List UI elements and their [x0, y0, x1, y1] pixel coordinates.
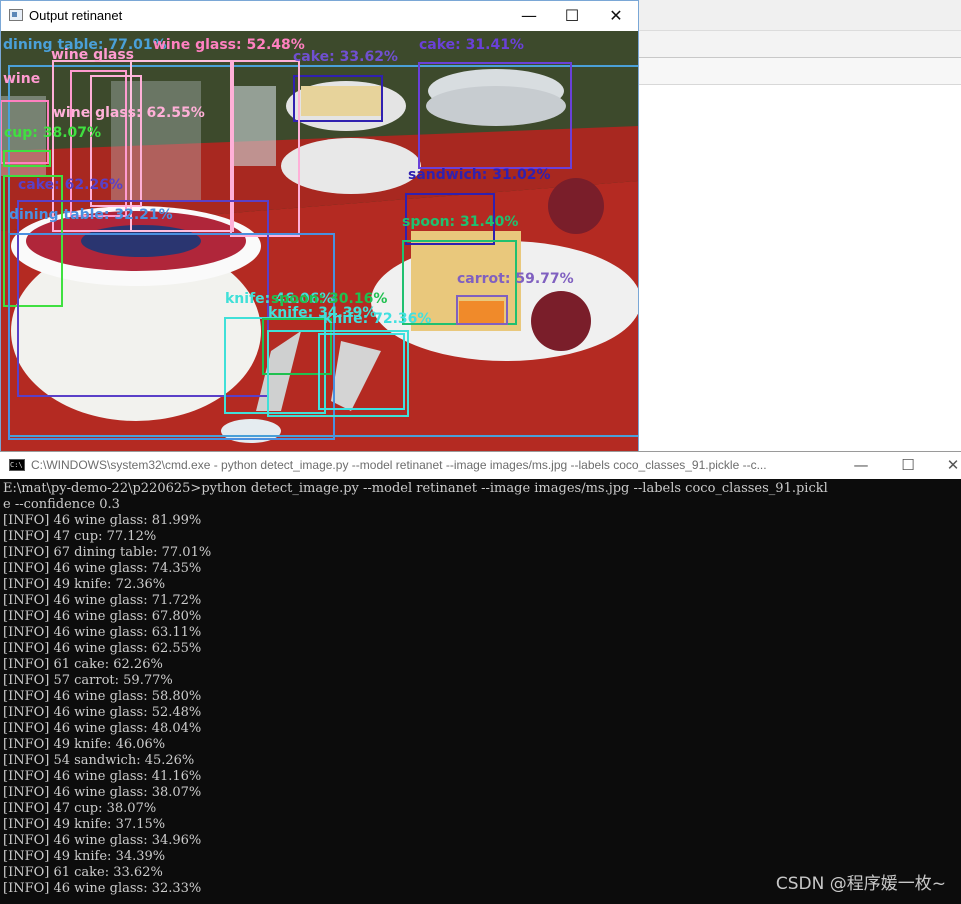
cmd-maximize-button[interactable]: ☐ — [885, 452, 931, 479]
minimize-button[interactable]: — — [506, 1, 552, 31]
console-line: [INFO] 46 wine glass: 41.16% — [3, 769, 202, 784]
background-window-tabbar — [639, 58, 961, 85]
console-line: [INFO] 67 dining table: 77.01% — [3, 545, 212, 560]
console-line: [INFO] 46 wine glass: 52.48% — [3, 705, 202, 720]
detection-label: wine glass — [51, 47, 134, 63]
cmd-icon: C:\ — [9, 459, 25, 471]
console-line: [INFO] 46 wine glass: 74.35% — [3, 561, 202, 576]
console-line: [INFO] 46 wine glass: 71.72% — [3, 593, 202, 608]
detection-label: cake: 33.62% — [293, 49, 398, 65]
console-line: [INFO] 46 wine glass: 63.11% — [3, 625, 202, 640]
output-window-title: Output retinanet — [29, 8, 123, 23]
detection-label: cake: 62.26% — [18, 177, 123, 193]
detection-label: spoon: 31.40% — [402, 214, 518, 230]
watermark: CSDN @程序媛一枚~ — [775, 874, 946, 894]
grapes — [531, 291, 591, 351]
console-line: [INFO] 46 wine glass: 38.07% — [3, 785, 202, 800]
console-line: [INFO] 61 cake: 62.26% — [3, 657, 163, 672]
console-line: [INFO] 54 sandwich: 45.26% — [3, 753, 195, 768]
cmd-close-button[interactable]: ✕ — [930, 452, 961, 479]
detection-label: cake: 31.41% — [419, 37, 524, 53]
console-line: [INFO] 57 carrot: 59.77% — [3, 673, 173, 688]
detection-label: cup: 38.07% — [4, 125, 101, 141]
console-line: [INFO] 46 wine glass: 48.04% — [3, 721, 202, 736]
console-line: [INFO] 46 wine glass: 67.80% — [3, 609, 202, 624]
wine-glasses — [111, 81, 201, 201]
console-line: e --confidence 0.3 — [3, 497, 120, 512]
background-window — [638, 0, 961, 455]
cmd-minimize-button[interactable]: — — [838, 452, 884, 479]
blueberries — [81, 225, 201, 257]
plate-stack-lower — [426, 86, 566, 126]
detection-image: dining table: 77.01% wine glass: 52.48% ca… — [1, 31, 638, 455]
background-window-toolbar — [639, 31, 961, 58]
cmd-window-titlebar[interactable]: C:\ C:\WINDOWS\system32\cmd.exe - python… — [0, 452, 961, 479]
console-line: [INFO] 49 knife: 46.06% — [3, 737, 166, 752]
close-button[interactable]: ✕ — [593, 1, 638, 31]
console-line: [INFO] 49 knife: 34.39% — [3, 849, 166, 864]
wine-glass-front — [231, 86, 276, 166]
detection-label: carrot: 59.77% — [457, 271, 574, 287]
detection-label: knife: 72.36% — [323, 311, 431, 327]
maximize-button[interactable]: ☐ — [549, 1, 595, 31]
detection-label: wine glass: 52.48% — [153, 37, 305, 53]
console-line: [INFO] 46 wine glass: 62.55% — [3, 641, 202, 656]
output-window[interactable]: Output retinanet — ☐ ✕ dining table: 77.… — [0, 0, 639, 456]
detection-label: sandwich: 31.02% — [408, 167, 551, 183]
detection-label: wine — [3, 71, 40, 87]
console-line: [INFO] 47 cup: 38.07% — [3, 801, 157, 816]
grapes-back — [548, 178, 604, 234]
app-window-icon — [9, 9, 23, 21]
console-line: [INFO] 46 wine glass: 58.80% — [3, 689, 202, 704]
console-line: [INFO] 47 cup: 77.12% — [3, 529, 157, 544]
console-output[interactable]: E:\mat\py-demo-22\p220625>python detect_… — [3, 481, 958, 901]
cmd-window[interactable]: C:\ C:\WINDOWS\system32\cmd.exe - python… — [0, 451, 961, 904]
console-line: [INFO] 46 wine glass: 34.96% — [3, 833, 202, 848]
cmd-window-title: C:\WINDOWS\system32\cmd.exe - python det… — [31, 458, 767, 472]
detection-label: dining table: 32.21% — [9, 207, 173, 223]
console-line: [INFO] 46 wine glass: 81.99% — [3, 513, 202, 528]
console-line: [INFO] 49 knife: 72.36% — [3, 577, 166, 592]
cake-slices — [301, 86, 381, 116]
output-window-titlebar[interactable]: Output retinanet — ☐ ✕ — [1, 1, 638, 31]
detection-label: wine glass: 62.55% — [53, 105, 205, 121]
console-line: [INFO] 49 knife: 37.15% — [3, 817, 166, 832]
background-window-titlebar — [639, 0, 961, 31]
detection-scene: dining table: 77.01%wine glass: 52.48%ca… — [1, 31, 638, 455]
console-line: E:\mat\py-demo-22\p220625>python detect_… — [3, 481, 828, 496]
carrot-item — [459, 301, 504, 323]
napkin-plate — [281, 138, 421, 194]
